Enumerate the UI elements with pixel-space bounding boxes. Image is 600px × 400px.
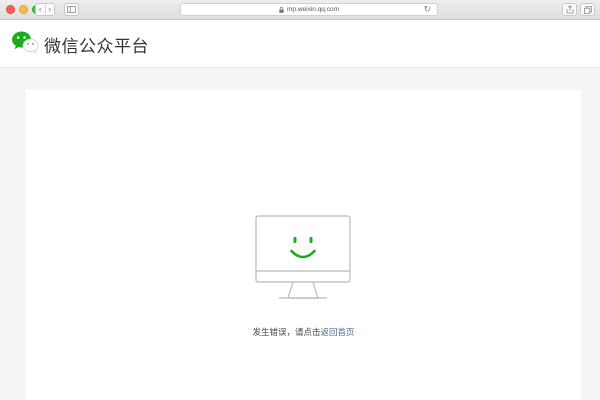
back-button[interactable]: ‹ <box>36 4 45 15</box>
return-home-link[interactable]: 返回首页 <box>321 327 355 337</box>
address-bar[interactable]: mp.weixin.qq.com ↻ <box>180 3 438 16</box>
forward-button[interactable]: › <box>44 4 55 15</box>
error-text: 发生错误，请点击 <box>252 327 321 337</box>
smiling-monitor-icon <box>255 215 351 314</box>
share-icon <box>566 5 573 14</box>
close-window-button[interactable] <box>6 5 15 14</box>
url-text: mp.weixin.qq.com <box>286 6 340 13</box>
minimize-window-button[interactable] <box>19 5 28 14</box>
error-message: 发生错误，请点击返回首页 <box>26 326 581 338</box>
history-nav: ‹ › <box>35 3 55 16</box>
wechat-logo-icon[interactable] <box>11 30 39 59</box>
tabs-overview-button[interactable] <box>580 3 595 16</box>
tabs-icon <box>583 5 592 14</box>
reload-icon[interactable]: ↻ <box>423 5 431 14</box>
site-header: 微信公众平台 <box>0 20 600 68</box>
sidebar-icon <box>67 6 76 13</box>
sidebar-toggle-button[interactable] <box>64 3 79 16</box>
site-title[interactable]: 微信公众平台 <box>44 32 149 57</box>
share-button[interactable] <box>562 3 577 16</box>
lock-icon <box>279 6 284 13</box>
browser-toolbar: ‹ › mp.weixin.qq.com ↻ <box>0 0 600 20</box>
error-card: 发生错误，请点击返回首页 <box>26 90 581 400</box>
